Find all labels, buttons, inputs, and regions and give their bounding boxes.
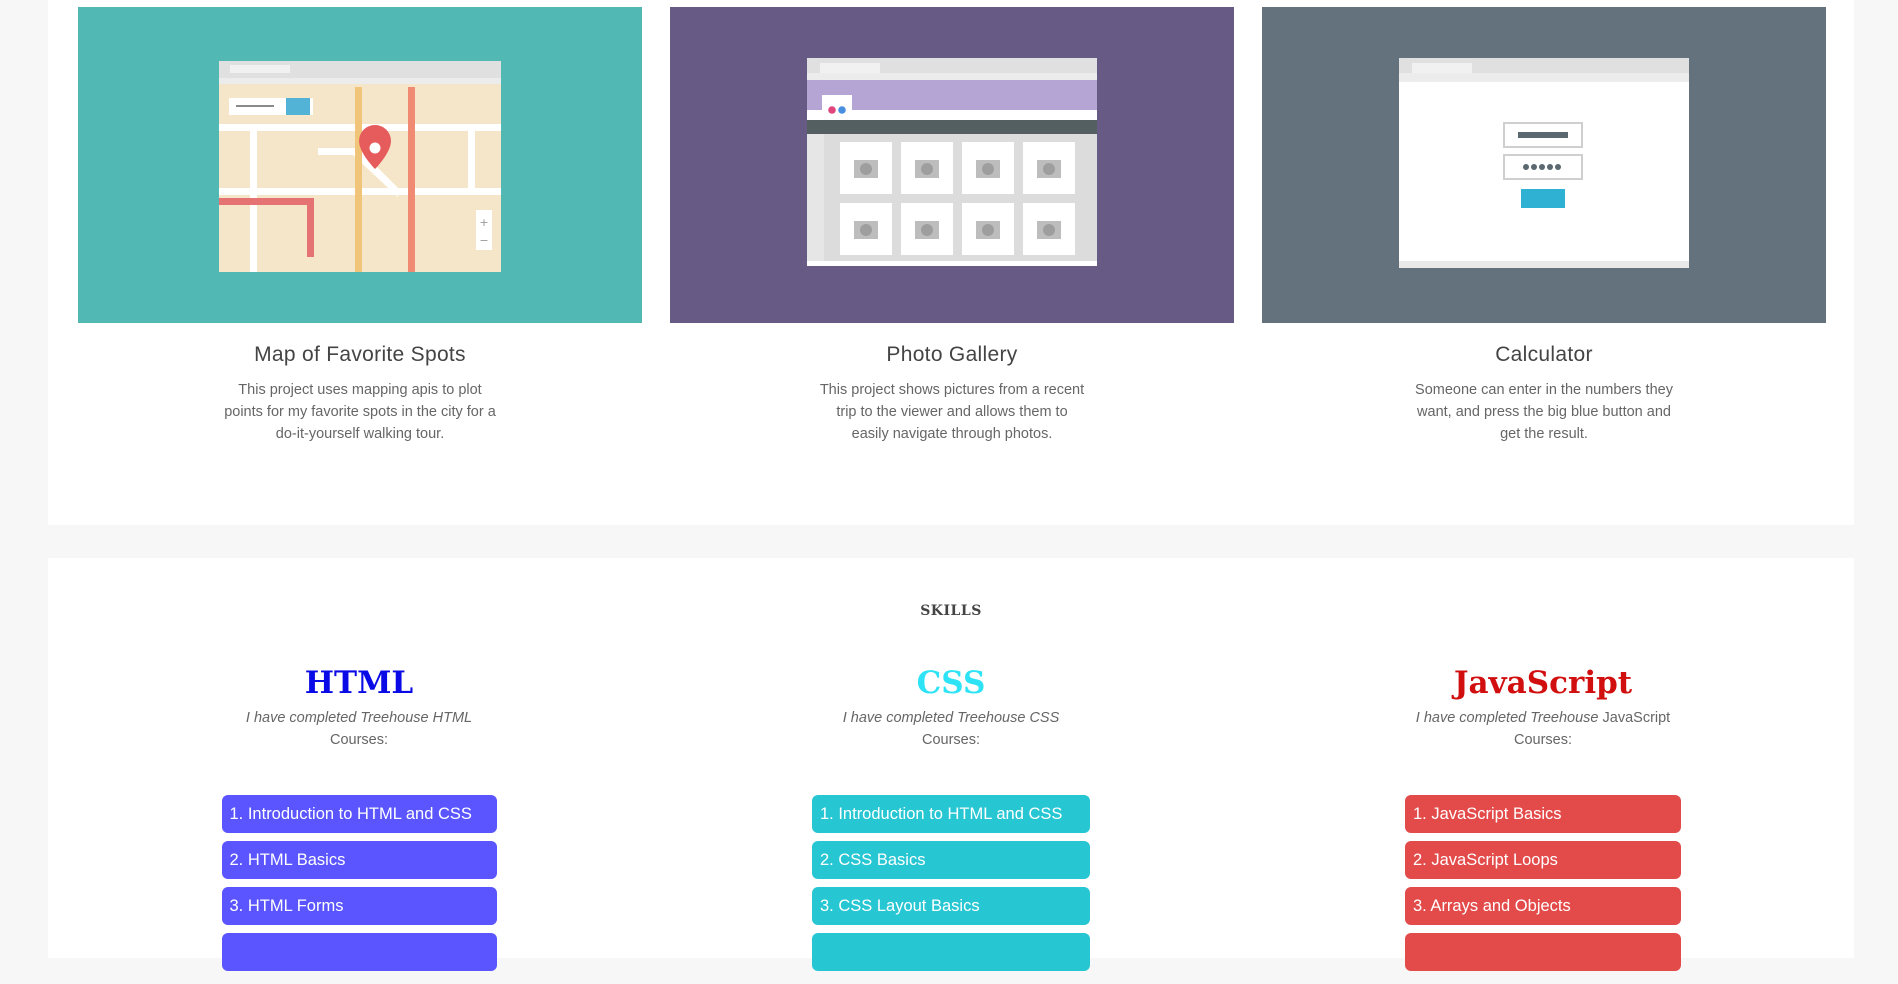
course-item[interactable] bbox=[1405, 933, 1681, 971]
course-item[interactable]: 3. Arrays and Objects bbox=[1405, 887, 1681, 925]
course-item[interactable]: 3. CSS Layout Basics bbox=[812, 887, 1090, 925]
skill-description: I have completed Treehouse CSS Courses: bbox=[821, 707, 1081, 751]
projects-section: + − Map of Favorite Spots This project u… bbox=[48, 0, 1854, 525]
skill-description: I have completed Treehouse JavaScript Co… bbox=[1413, 707, 1673, 751]
login-form-illustration-icon bbox=[1399, 58, 1689, 268]
course-list: 1. Introduction to HTML and CSS 2. HTML … bbox=[149, 795, 569, 984]
skills-section: SKILLS HTML I have completed Treehouse H… bbox=[48, 558, 1854, 971]
project-thumbnail-map[interactable]: + − bbox=[78, 7, 642, 323]
svg-text:−: − bbox=[479, 234, 488, 247]
course-item[interactable] bbox=[812, 933, 1090, 971]
skill-group-javascript: JavaScript I have completed Treehouse Ja… bbox=[1333, 663, 1753, 984]
project-description: This project shows pictures from a recen… bbox=[819, 382, 1085, 442]
project-description: This project uses mapping apis to plot p… bbox=[224, 382, 496, 442]
skill-description-italic: I have completed Treehouse HTML bbox=[245, 710, 473, 726]
course-list: 1. Introduction to HTML and CSS 2. CSS B… bbox=[741, 795, 1161, 984]
course-list: 1. JavaScript Basics 2. JavaScript Loops… bbox=[1333, 795, 1753, 984]
skills-heading: SKILLS bbox=[920, 603, 982, 619]
course-item[interactable]: 3. HTML Forms bbox=[221, 887, 497, 925]
skill-title: CSS bbox=[916, 665, 986, 701]
skill-description-italic: I have completed Treehouse CSS bbox=[842, 710, 1060, 726]
skill-description-plain: Courses: bbox=[921, 732, 981, 748]
skill-description-italic: I have completed Treehouse bbox=[1415, 710, 1599, 726]
gallery-illustration-icon bbox=[807, 58, 1097, 266]
project-title: Map of Favorite Spots bbox=[254, 343, 466, 366]
svg-text:+: + bbox=[479, 216, 488, 229]
skill-description-plain: Courses: bbox=[329, 732, 389, 748]
project-card-map[interactable]: + − Map of Favorite Spots This project u… bbox=[78, 7, 642, 445]
skill-group-html: HTML I have completed Treehouse HTML Cou… bbox=[149, 663, 569, 984]
project-title: Photo Gallery bbox=[886, 343, 1018, 366]
course-item[interactable]: 1. Introduction to HTML and CSS bbox=[221, 795, 497, 833]
project-description: Someone can enter in the numbers they wa… bbox=[1415, 382, 1673, 442]
course-item[interactable]: 2. JavaScript Loops bbox=[1405, 841, 1681, 879]
course-item[interactable]: 2. CSS Basics bbox=[812, 841, 1090, 879]
skill-title: JavaScript bbox=[1453, 665, 1633, 701]
project-card-calculator[interactable]: Calculator Someone can enter in the numb… bbox=[1262, 7, 1826, 445]
course-item[interactable] bbox=[221, 933, 497, 971]
skill-title: HTML bbox=[304, 665, 414, 701]
skill-description: I have completed Treehouse HTML Courses: bbox=[229, 707, 489, 751]
map-illustration-icon: + − bbox=[219, 61, 501, 272]
skill-group-css: CSS I have completed Treehouse CSS Cours… bbox=[741, 663, 1161, 984]
project-title: Calculator bbox=[1495, 343, 1593, 366]
project-thumbnail-gallery[interactable] bbox=[670, 7, 1234, 323]
project-thumbnail-calculator[interactable] bbox=[1262, 7, 1826, 323]
project-card-gallery[interactable]: Photo Gallery This project shows picture… bbox=[670, 7, 1234, 445]
course-item[interactable]: 1. JavaScript Basics bbox=[1405, 795, 1681, 833]
course-item[interactable]: 2. HTML Basics bbox=[221, 841, 497, 879]
course-item[interactable]: 1. Introduction to HTML and CSS bbox=[812, 795, 1090, 833]
